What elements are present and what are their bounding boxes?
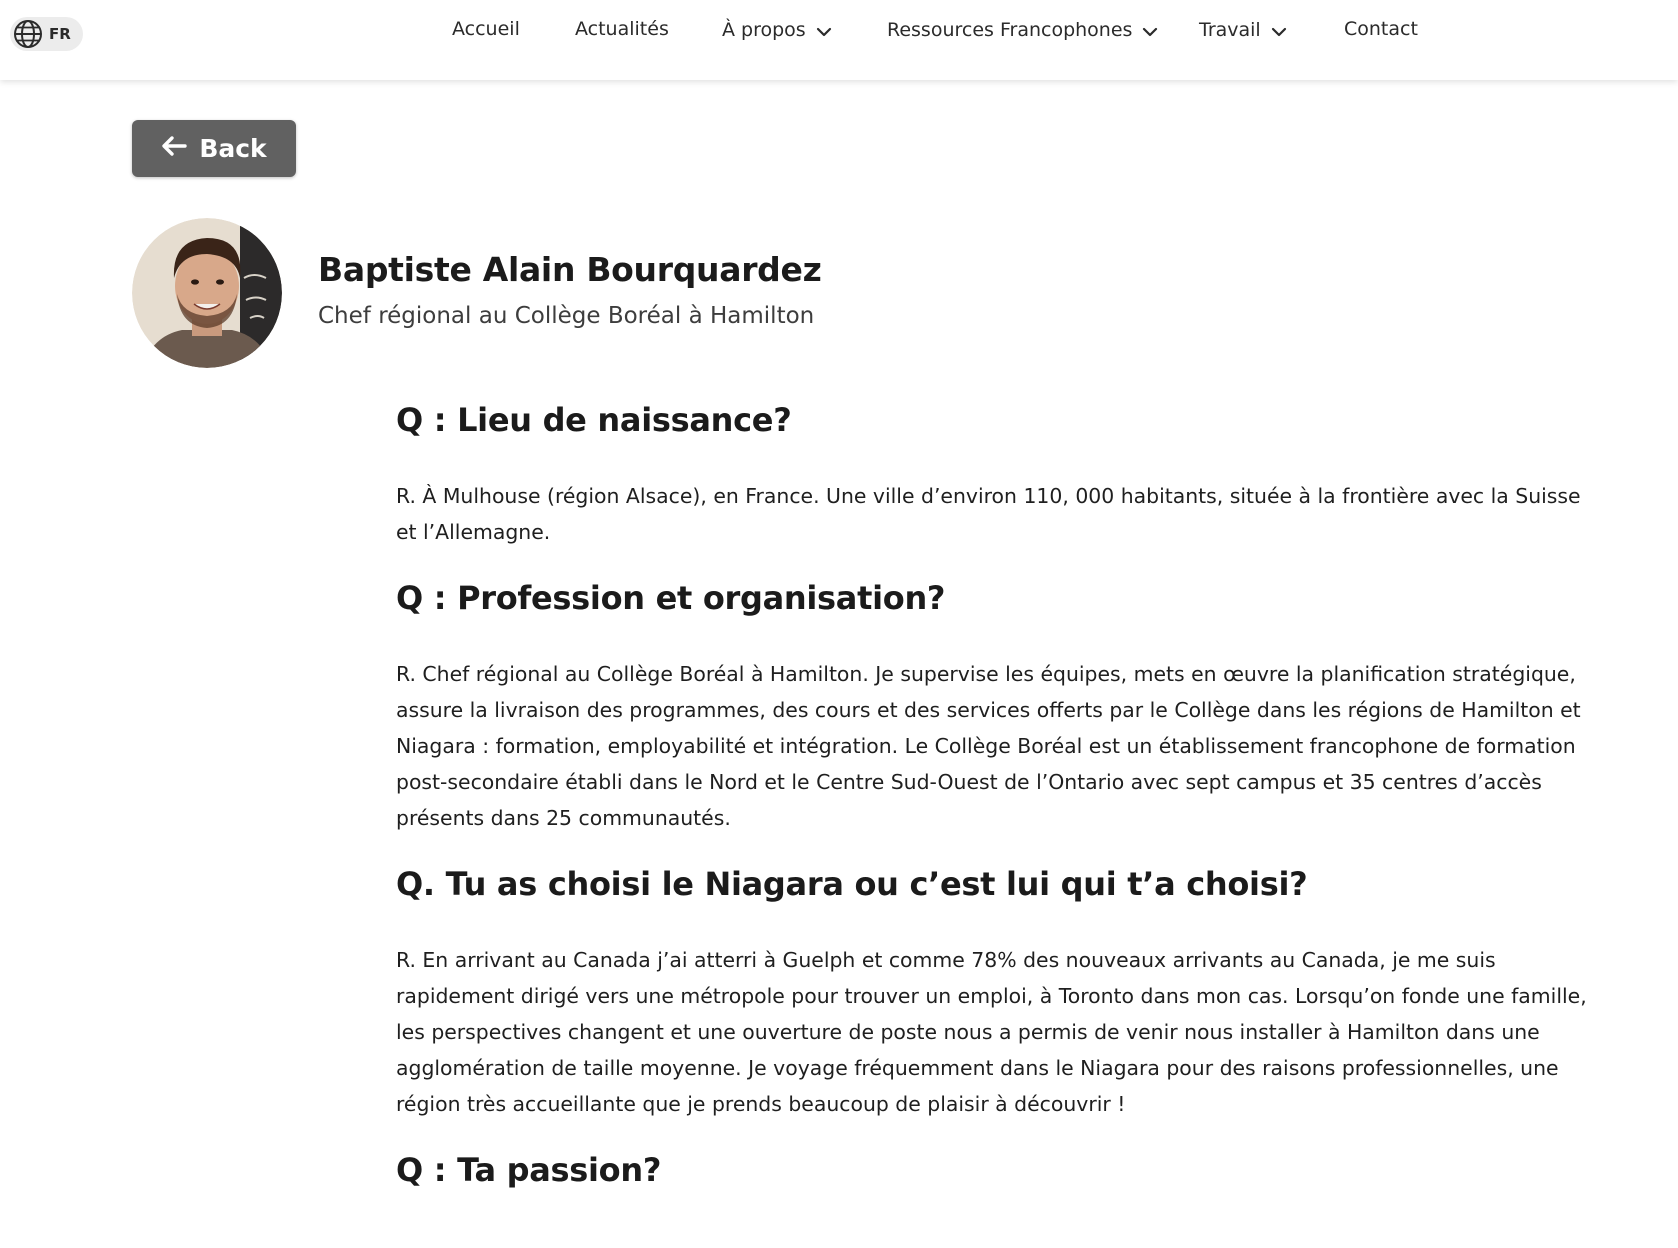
back-button-label: Back <box>199 134 267 163</box>
qa-block: Q : Ta passion? <box>396 1148 1596 1192</box>
nav-item-ressources-francophones[interactable]: Ressources Francophones <box>887 18 1158 42</box>
chevron-down-icon <box>1142 20 1158 42</box>
nav-item-travail[interactable]: Travail <box>1199 18 1287 42</box>
chevron-down-icon <box>816 20 832 42</box>
nav-label: À propos <box>722 19 806 41</box>
interview-content: Q : Lieu de naissance? R. À Mulhouse (ré… <box>396 398 1596 1228</box>
nav-label: Ressources Francophones <box>887 19 1133 41</box>
question-heading: Q. Tu as choisi le Niagara ou c’est lui … <box>396 865 1308 903</box>
nav-label: Contact <box>1344 18 1418 40</box>
nav-item-a-propos[interactable]: À propos <box>722 18 832 42</box>
question-heading: Q : Lieu de naissance? <box>396 401 792 439</box>
nav-item-accueil[interactable]: Accueil <box>452 18 520 40</box>
question-heading: Q : Ta passion? <box>396 1151 662 1189</box>
answer-text: R. En arrivant au Canada j’ai atterri à … <box>396 948 1587 1116</box>
arrow-left-icon <box>161 134 188 163</box>
nav-label: Accueil <box>452 18 520 40</box>
back-button[interactable]: Back <box>132 120 296 177</box>
qa-block: Q : Lieu de naissance? R. À Mulhouse (ré… <box>396 398 1596 550</box>
qa-block: Q : Profession et organisation? R. Chef … <box>396 576 1596 836</box>
nav-label: Actualités <box>575 18 669 40</box>
answer-text: R. À Mulhouse (région Alsace), en France… <box>396 484 1581 544</box>
answer-text: R. Chef régional au Collège Boréal à Ham… <box>396 662 1581 830</box>
top-navigation-bar: FR Accueil Actualités À propos Ressource… <box>0 0 1678 80</box>
question-heading: Q : Profession et organisation? <box>396 579 946 617</box>
main-nav: Accueil Actualités À propos Ressources F… <box>0 0 1678 66</box>
avatar <box>132 218 282 368</box>
profile-role: Chef régional au Collège Boréal à Hamilt… <box>318 303 815 329</box>
qa-block: Q. Tu as choisi le Niagara ou c’est lui … <box>396 862 1596 1122</box>
profile-name: Baptiste Alain Bourquardez <box>318 250 822 289</box>
chevron-down-icon <box>1271 20 1287 42</box>
nav-label: Travail <box>1199 19 1261 41</box>
nav-item-actualites[interactable]: Actualités <box>575 18 669 40</box>
nav-item-contact[interactable]: Contact <box>1344 18 1418 40</box>
